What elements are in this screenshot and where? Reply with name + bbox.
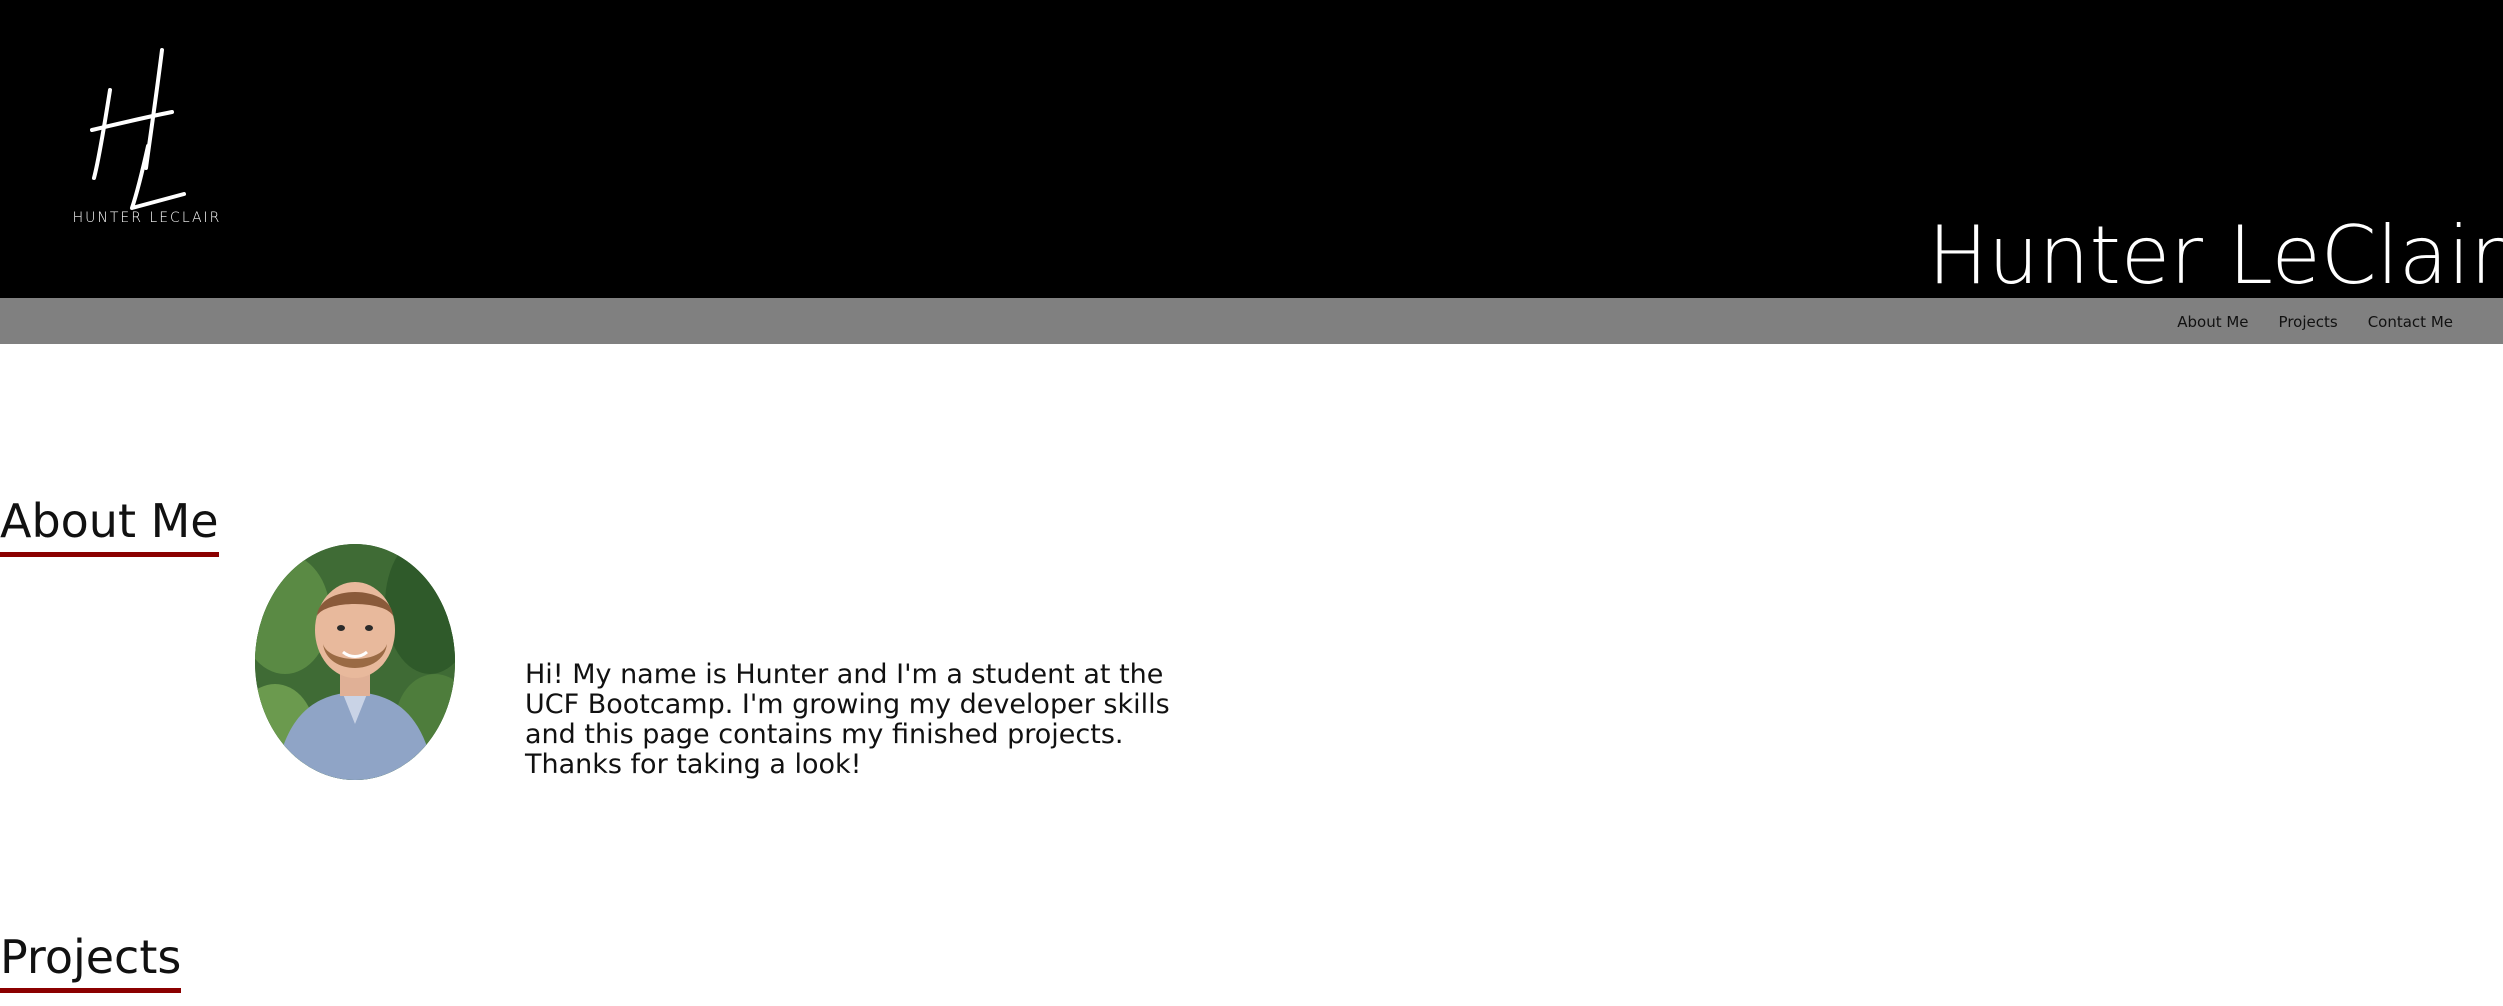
avatar [255,544,455,780]
monogram-logo-icon [90,48,186,210]
nav-link-about-me[interactable]: About Me [2177,313,2248,331]
nav-list: About Me Projects Contact Me [2177,298,2453,344]
nav-link-contact-me[interactable]: Contact Me [2368,313,2453,331]
site-logo[interactable]: HUNTER LECLAIR [62,38,232,238]
navigation-bar: About Me Projects Contact Me [0,298,2503,344]
about-heading: About Me [0,492,219,557]
profile-photo-icon [255,544,455,780]
nav-item-contact: Contact Me [2368,312,2453,331]
site-title: Hunter LeClair [1927,209,2503,302]
site-header: HUNTER LECLAIR Hunter LeClair [0,0,2503,302]
projects-heading: Projects [0,928,182,993]
page: HUNTER LECLAIR Hunter LeClair About Me P… [0,0,2503,1006]
nav-link-projects[interactable]: Projects [2279,313,2338,331]
nav-item-about: About Me [2177,312,2248,331]
nav-item-projects: Projects [2279,312,2338,331]
about-text: Hi! My name is Hunter and I'm a student … [525,659,1170,780]
logo-wordmark: HUNTER LECLAIR [72,210,222,226]
